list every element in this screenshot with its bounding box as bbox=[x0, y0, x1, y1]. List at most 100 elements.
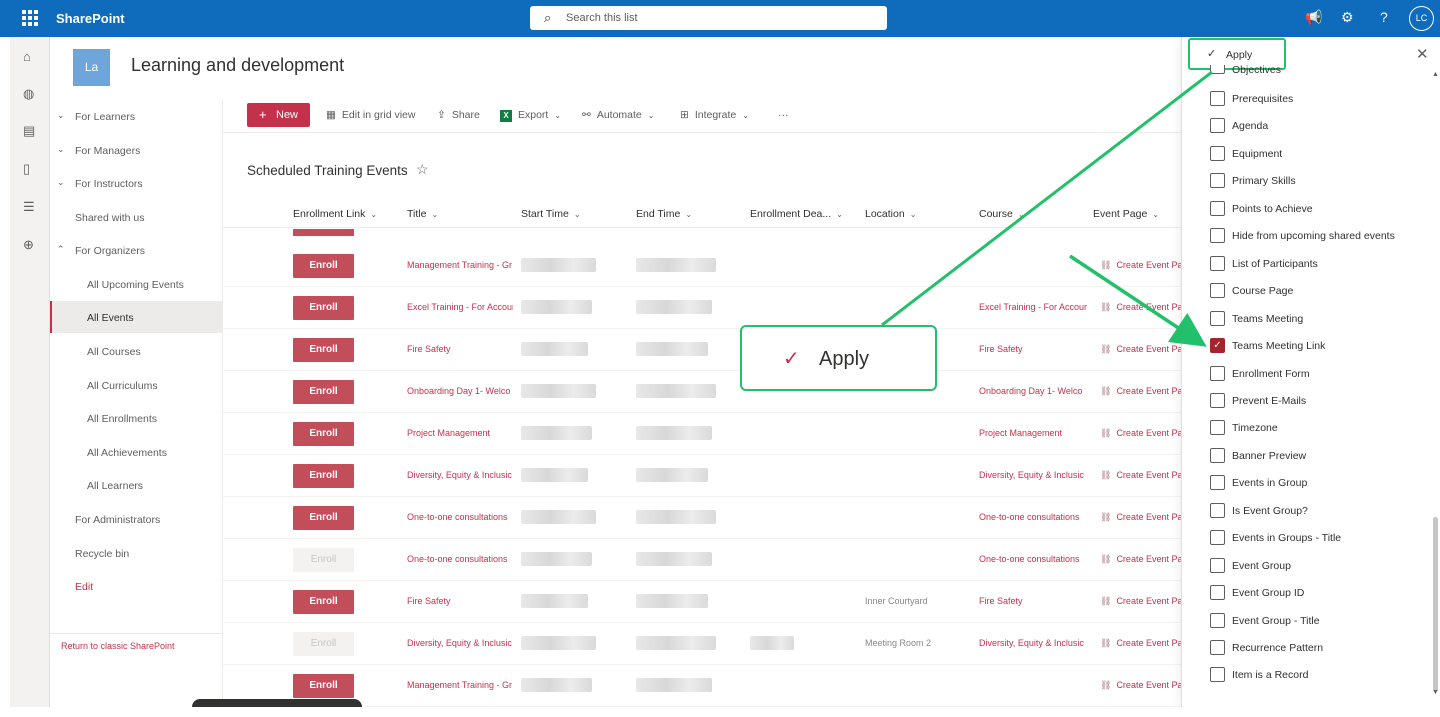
column-checkbox-item[interactable]: Prevent E-Mails bbox=[1210, 391, 1430, 411]
column-checkbox-item[interactable]: Banner Preview bbox=[1210, 446, 1430, 466]
column-checkbox-item[interactable]: Teams Meeting bbox=[1210, 309, 1430, 329]
checkbox[interactable] bbox=[1210, 640, 1225, 655]
table-row[interactable]: Enroll Management Training - Gr ⛓ Create Ev… bbox=[223, 665, 1193, 707]
enroll-button[interactable]: Enroll bbox=[293, 254, 354, 278]
avatar[interactable]: LC bbox=[1409, 6, 1434, 31]
checkbox[interactable] bbox=[1210, 91, 1225, 106]
create-event-page-link[interactable]: ⛓ Create Event Page bbox=[1100, 386, 1193, 397]
app-brand[interactable]: SharePoint bbox=[56, 11, 125, 26]
enroll-button-partial[interactable] bbox=[293, 229, 354, 236]
checkbox[interactable] bbox=[1210, 447, 1225, 463]
checkbox[interactable] bbox=[1210, 557, 1225, 573]
column-checkbox-item[interactable]: Recurrence Pattern bbox=[1210, 638, 1430, 658]
column-checkbox-item[interactable]: Events in Groups - Title bbox=[1210, 528, 1430, 548]
nav-item-all-upcoming-events[interactable]: All Upcoming Events bbox=[50, 270, 222, 298]
column-header[interactable]: Enrollment Link ⌄ bbox=[293, 208, 377, 220]
enroll-button[interactable]: Enroll bbox=[293, 506, 354, 530]
column-checkbox-item[interactable]: Timezone bbox=[1210, 418, 1430, 438]
course-cell[interactable]: One-to-one consultations bbox=[979, 512, 1087, 522]
column-checkbox-item[interactable]: ✓ Teams Meeting Link bbox=[1210, 336, 1430, 356]
column-checkbox-item[interactable]: Agenda bbox=[1210, 116, 1430, 136]
column-checkbox-item[interactable]: Event Group - Title bbox=[1210, 611, 1430, 631]
column-checkbox-item[interactable]: Points to Achieve bbox=[1210, 199, 1430, 219]
create-event-page-link[interactable]: ⛓ Create Event Page bbox=[1100, 470, 1193, 481]
nav-item-all-curriculums[interactable]: All Curriculums bbox=[50, 371, 222, 399]
title-cell[interactable]: One-to-one consultations bbox=[407, 512, 513, 522]
column-header[interactable]: Start Time ⌄ bbox=[521, 208, 581, 220]
table-row[interactable]: Enroll Fire Safety Inner Courtyard Fire Saf… bbox=[223, 581, 1193, 623]
news-icon[interactable]: ▤ bbox=[23, 123, 35, 139]
enroll-button[interactable]: Enroll bbox=[293, 380, 354, 404]
close-icon[interactable]: ✕ bbox=[1416, 45, 1429, 63]
title-cell[interactable]: Project Management bbox=[407, 428, 513, 438]
nav-item-edit[interactable]: Edit bbox=[50, 572, 222, 600]
checkbox[interactable] bbox=[1210, 173, 1225, 189]
new-button[interactable]: + New bbox=[247, 103, 310, 127]
nav-item-all-courses[interactable]: All Courses bbox=[50, 337, 222, 365]
enroll-button[interactable]: Enroll bbox=[293, 632, 354, 656]
create-event-page-link[interactable]: ⛓ Create Event Page bbox=[1100, 428, 1193, 439]
export-button[interactable]: X Export ⌄ bbox=[500, 109, 561, 122]
checkbox[interactable] bbox=[1210, 667, 1225, 683]
checkbox[interactable] bbox=[1210, 310, 1225, 326]
table-row[interactable]: Enroll Diversity, Equity & Inclusic Meetin… bbox=[223, 623, 1193, 665]
checkbox[interactable] bbox=[1210, 118, 1225, 134]
automate-button[interactable]: ⚯ Automate ⌄ bbox=[582, 109, 654, 121]
search-box[interactable]: ⌕ Search this list bbox=[530, 6, 887, 30]
scroll-down-icon[interactable]: ▼ bbox=[1432, 689, 1439, 696]
waffle-icon[interactable] bbox=[22, 10, 38, 26]
site-logo[interactable]: La bbox=[73, 49, 110, 86]
title-cell[interactable]: Management Training - Gr bbox=[407, 260, 513, 270]
column-checkbox-item[interactable]: Course Page bbox=[1210, 281, 1430, 301]
checkbox[interactable] bbox=[1210, 283, 1225, 299]
course-cell[interactable]: Fire Safety bbox=[979, 596, 1087, 606]
create-event-page-link[interactable]: ⛓ Create Event Page bbox=[1100, 344, 1193, 355]
nav-item-all-achievements[interactable]: All Achievements bbox=[50, 438, 222, 466]
favorite-star-icon[interactable]: ☆ bbox=[416, 161, 429, 178]
column-checkbox-item[interactable]: List of Participants bbox=[1210, 254, 1430, 274]
nav-item-all-enrollments[interactable]: All Enrollments bbox=[50, 404, 222, 432]
nav-item-recycle-bin[interactable]: Recycle bin bbox=[50, 539, 222, 567]
column-header[interactable]: Title ⌄ bbox=[407, 208, 438, 220]
return-to-classic-link[interactable]: Return to classic SharePoint bbox=[61, 641, 175, 651]
nav-item-shared-with-us[interactable]: Shared with us bbox=[50, 203, 222, 231]
enroll-button[interactable]: Enroll bbox=[293, 296, 354, 320]
course-cell[interactable]: Diversity, Equity & Inclusic bbox=[979, 638, 1087, 648]
nav-item-all-learners[interactable]: All Learners bbox=[50, 471, 222, 499]
table-row[interactable]: Enroll One-to-one consultations One-to-one… bbox=[223, 539, 1193, 581]
course-cell[interactable]: Project Management bbox=[979, 428, 1087, 438]
checkbox[interactable] bbox=[1210, 420, 1225, 436]
home-icon[interactable]: ⌂ bbox=[23, 49, 31, 64]
column-checkbox-item[interactable]: Enrollment Form bbox=[1210, 364, 1430, 384]
checkbox[interactable] bbox=[1210, 228, 1225, 244]
checkbox[interactable] bbox=[1210, 65, 1225, 74]
checkbox[interactable] bbox=[1210, 365, 1225, 381]
column-checkbox-objectives[interactable]: Objectives bbox=[1210, 65, 1430, 79]
enroll-button[interactable]: Enroll bbox=[293, 590, 354, 614]
title-cell[interactable]: Onboarding Day 1- Welco bbox=[407, 386, 513, 396]
edit-grid-view-button[interactable]: ▦ Edit in grid view bbox=[326, 109, 415, 121]
nav-item-for-managers[interactable]: ⌄ For Managers bbox=[50, 136, 222, 164]
title-cell[interactable]: Excel Training - For Accour bbox=[407, 302, 513, 312]
nav-item-for-organizers[interactable]: ⌃ For Organizers bbox=[50, 236, 222, 264]
enroll-button[interactable]: Enroll bbox=[293, 548, 354, 572]
table-row[interactable]: Enroll One-to-one consultations One-to-one… bbox=[223, 497, 1193, 539]
nav-item-for-instructors[interactable]: ⌄ For Instructors bbox=[50, 169, 222, 197]
course-cell[interactable]: Diversity, Equity & Inclusic bbox=[979, 470, 1087, 480]
globe-icon[interactable]: ◍ bbox=[23, 86, 34, 102]
checkbox[interactable] bbox=[1210, 502, 1225, 518]
course-cell[interactable]: One-to-one consultations bbox=[979, 554, 1087, 564]
checkbox[interactable] bbox=[1210, 475, 1225, 491]
enroll-button[interactable]: Enroll bbox=[293, 338, 354, 362]
column-checkbox-item[interactable]: Event Group ID bbox=[1210, 583, 1430, 603]
nav-item-for-learners[interactable]: ⌄ For Learners bbox=[50, 102, 222, 130]
column-checkbox-item[interactable]: Equipment bbox=[1210, 144, 1430, 164]
scrollbar-thumb[interactable] bbox=[1433, 517, 1438, 692]
table-row[interactable]: Enroll Project Management Project Manageme… bbox=[223, 413, 1193, 455]
more-button[interactable]: ··· bbox=[778, 109, 789, 121]
checkbox-checked[interactable]: ✓ bbox=[1210, 338, 1225, 354]
create-icon[interactable]: ⊕ bbox=[23, 237, 34, 253]
column-header[interactable]: Course ⌄ bbox=[979, 208, 1025, 220]
file-icon[interactable]: ▯ bbox=[23, 161, 30, 177]
enroll-button[interactable]: Enroll bbox=[293, 674, 354, 698]
